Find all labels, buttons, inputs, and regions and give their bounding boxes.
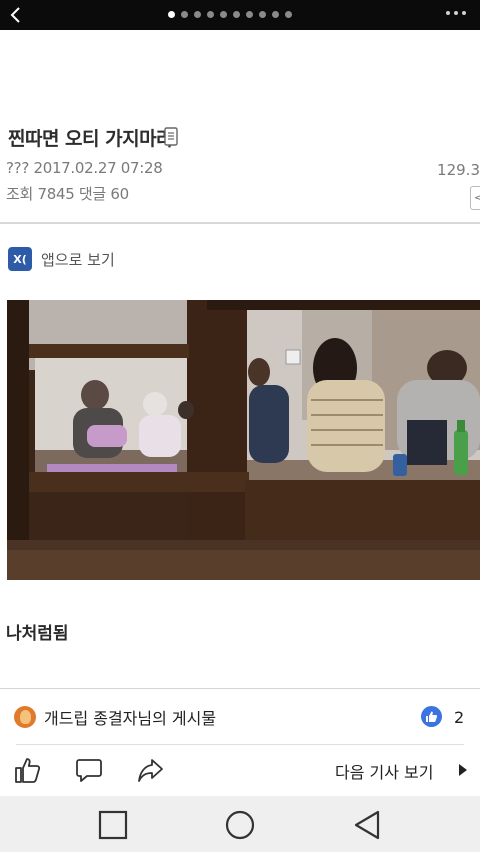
- page-dot: [233, 11, 240, 18]
- thumbs-up-icon[interactable]: [14, 756, 42, 784]
- page-indicator: [168, 11, 292, 18]
- header-divider: [0, 222, 480, 224]
- open-in-app-link[interactable]: X( 앱으로 보기: [8, 247, 115, 271]
- document-icon: [164, 127, 178, 146]
- back-icon[interactable]: [352, 810, 382, 840]
- play-arrow-icon[interactable]: [458, 762, 468, 776]
- page-dot: [272, 11, 279, 18]
- footer-divider: [0, 688, 480, 689]
- page-dot-active: [168, 11, 175, 18]
- next-article-button[interactable]: 다음 기사 보기: [335, 759, 434, 783]
- app-logo: X(: [8, 247, 32, 271]
- chevron-left-icon[interactable]: [6, 4, 28, 26]
- article-meta-right: 129.3: [437, 161, 480, 179]
- top-bar: [0, 0, 480, 30]
- article-date: ??? 2017.02.27 07:28: [6, 159, 163, 177]
- article-stats: 조회 7845 댓글 60: [6, 185, 129, 203]
- author-label[interactable]: 개드립 종결자님의 게시물: [44, 705, 216, 729]
- page-dot: [220, 11, 227, 18]
- page-dot: [207, 11, 214, 18]
- avatar[interactable]: [14, 706, 36, 728]
- more-dots-icon[interactable]: [446, 11, 466, 15]
- like-badge-icon: [421, 706, 442, 727]
- comment-icon[interactable]: [75, 756, 103, 784]
- recent-apps-icon[interactable]: [98, 810, 128, 840]
- like-count: 2: [454, 708, 465, 727]
- share-icon[interactable]: [136, 756, 164, 784]
- article-body-text: 나처럼됨: [6, 624, 69, 644]
- home-icon[interactable]: [225, 810, 255, 840]
- footer-divider-inner: [16, 744, 464, 745]
- article-title: 찐따면 오티 가지마라: [8, 128, 174, 150]
- page-dot: [246, 11, 253, 18]
- page-dot: [181, 11, 188, 18]
- page-dot: [259, 11, 266, 18]
- page-dot: [285, 11, 292, 18]
- side-button[interactable]: <: [470, 186, 480, 210]
- system-nav-bar: [0, 796, 480, 852]
- article-photo: [7, 300, 480, 580]
- author-row[interactable]: 개드립 종결자님의 게시물: [14, 705, 216, 729]
- page-dot: [194, 11, 201, 18]
- open-in-app-label: 앱으로 보기: [41, 250, 115, 269]
